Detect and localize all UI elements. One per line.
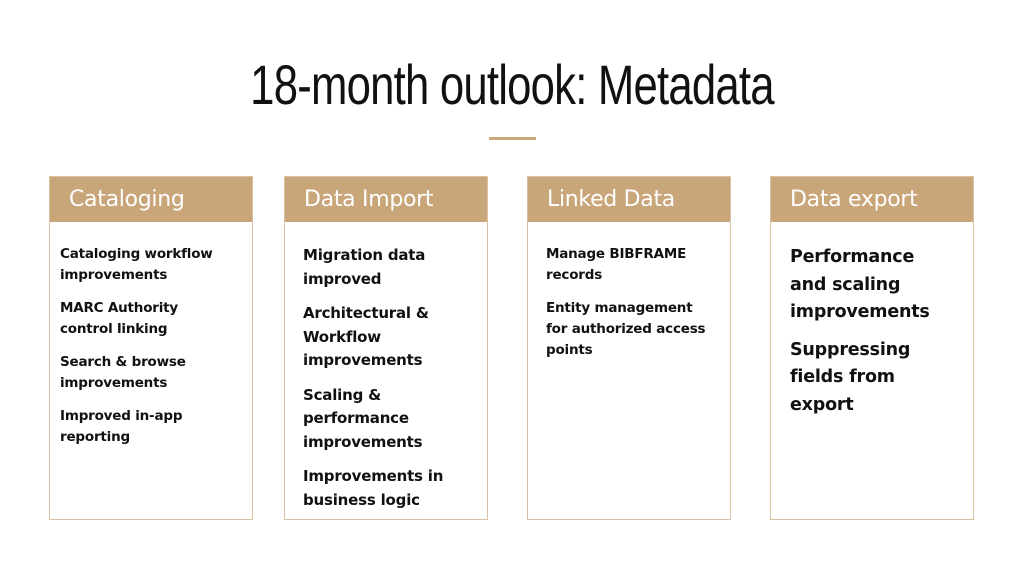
column-body: Cataloging workflow improvements MARC Au… xyxy=(50,222,252,448)
list-item: MARC Authority control linking xyxy=(60,300,179,337)
title-underline-divider xyxy=(489,137,536,140)
list-item: Migration data improved xyxy=(303,246,426,288)
list-item: Improved in-app reporting xyxy=(60,408,183,445)
column-heading: Data export xyxy=(771,177,973,222)
list-item: Scaling & performance improvements xyxy=(303,385,423,451)
column-body: Migration data improved Architectural & … xyxy=(285,222,487,512)
column-body: Manage BIBFRAME records Entity managemen… xyxy=(528,222,730,361)
list-item: Manage BIBFRAME records xyxy=(546,246,687,283)
list-item: Improvements in business logic xyxy=(303,467,444,509)
column-heading: Linked Data xyxy=(528,177,730,222)
column-body: Performance and scaling improvements Sup… xyxy=(771,222,973,419)
slide-title: 18-month outlook: Metadata xyxy=(250,53,774,116)
column-card-data-import: Data Import Migration data improved Arch… xyxy=(284,176,488,520)
list-item: Search & browse improvements xyxy=(60,354,186,391)
column-card-linked-data: Linked Data Manage BIBFRAME records Enti… xyxy=(527,176,731,520)
column-heading: Cataloging xyxy=(50,177,252,222)
list-item: Entity management for authorized access … xyxy=(546,300,706,358)
column-card-cataloging: Cataloging Cataloging workflow improveme… xyxy=(49,176,253,520)
list-item: Architectural & Workflow improvements xyxy=(303,304,429,369)
column-heading: Data Import xyxy=(285,177,487,222)
list-item: Cataloging workflow improvements xyxy=(60,246,213,283)
column-card-data-export: Data export Performance and scaling impr… xyxy=(770,176,974,520)
list-item: Performance and scaling improvements xyxy=(790,247,930,322)
list-item: Suppressing fields from export xyxy=(790,339,911,415)
